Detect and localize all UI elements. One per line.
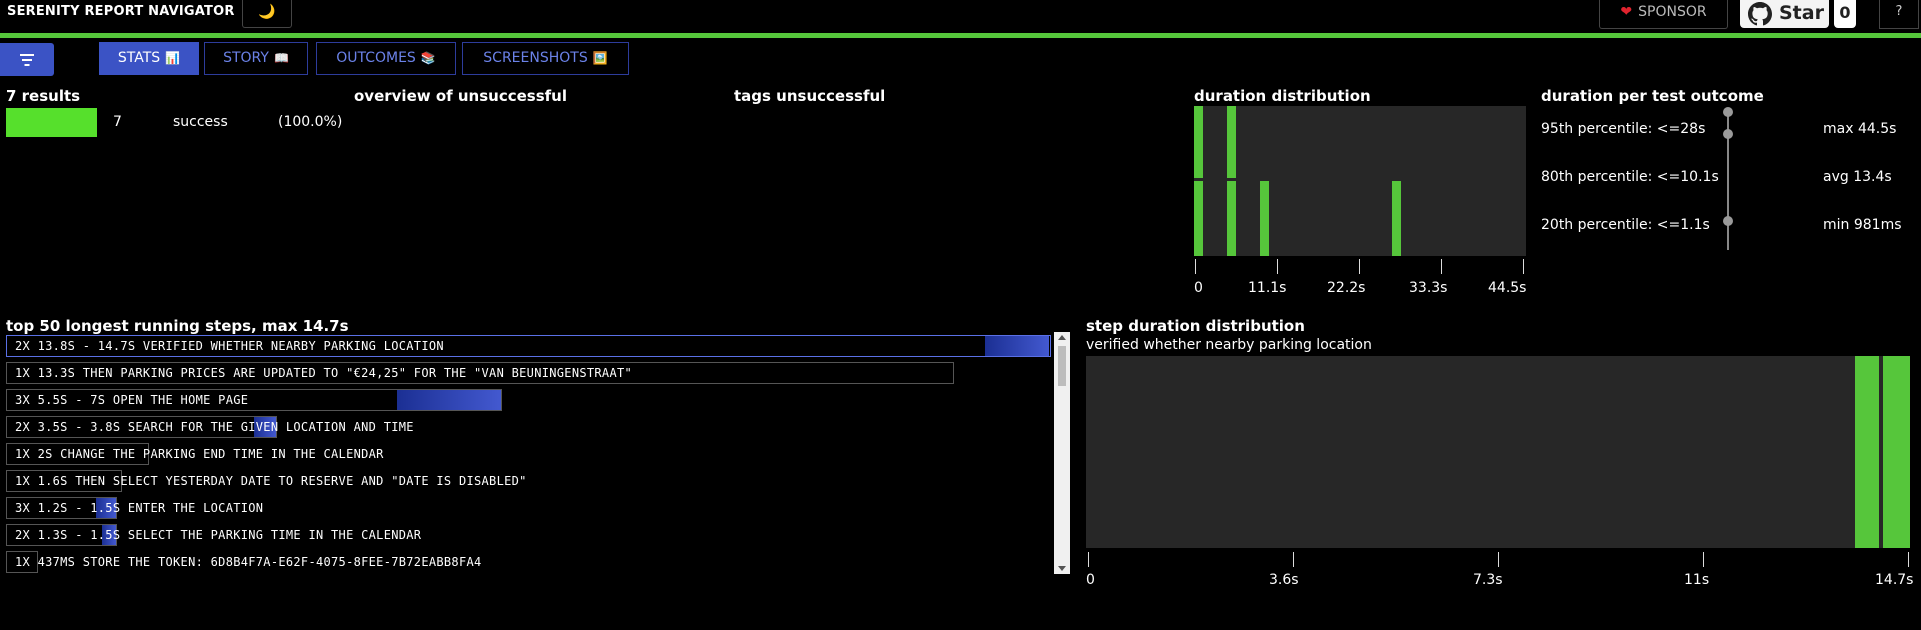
heart-icon: ❤ <box>1620 4 1633 20</box>
axis-tick-label: 3.6s <box>1269 572 1299 588</box>
step-row[interactable]: 3X 5.5S - 7S OPEN THE HOME PAGE <box>6 388 502 412</box>
axis-tick <box>1359 259 1360 274</box>
p80-label: 80th percentile: <=10.1s <box>1541 169 1719 185</box>
overview-unsuccessful-heading: overview of unsuccessful <box>354 87 568 105</box>
tab-label: STATS <box>117 50 161 66</box>
max-label: max 44.5s <box>1823 121 1897 137</box>
axis-tick <box>1293 552 1294 567</box>
histogram-bar[interactable] <box>1227 106 1236 178</box>
axis-tick <box>1523 259 1524 274</box>
histogram-bar[interactable] <box>1194 106 1203 178</box>
steps-list: 2X 13.8S - 14.7S VERIFIED WHETHER NEARBY… <box>6 334 1051 574</box>
step-row[interactable]: 3X 1.2S - 1.5S ENTER THE LOCATION <box>6 496 263 520</box>
tab-label: SCREENSHOTS <box>483 50 588 66</box>
tags-unsuccessful-heading: tags unsuccessful <box>734 87 886 105</box>
axis-tick-label: 7.3s <box>1473 572 1503 588</box>
step-label: 3X 5.5S - 7S OPEN THE HOME PAGE <box>15 393 249 407</box>
tab-screenshots[interactable]: SCREENSHOTS 🖼️ <box>462 42 629 75</box>
step-row[interactable]: 1X 437MS STORE THE TOKEN: 6D8B4F7A-E62F-… <box>6 550 482 574</box>
results-heading: 7 results <box>6 87 81 105</box>
step-row[interactable]: 1X 1.6S THEN SELECT YESTERDAY DATE TO RE… <box>6 469 527 493</box>
chart-icon: 📊 <box>165 51 181 65</box>
tab-outcomes[interactable]: OUTCOMES 📚 <box>316 42 456 75</box>
book-icon: 📖 <box>273 51 289 65</box>
axis-tick <box>1498 552 1499 567</box>
scroll-up-icon[interactable] <box>1058 335 1066 340</box>
tab-stats[interactable]: STATS 📊 <box>99 42 199 75</box>
success-bar[interactable] <box>6 108 97 137</box>
step-row[interactable]: 1X 2S CHANGE THE PARKING END TIME IN THE… <box>6 442 384 466</box>
p20-label: 20th percentile: <=1.1s <box>1541 217 1710 233</box>
filter-button[interactable] <box>0 43 54 76</box>
step-label: 3X 1.2S - 1.5S ENTER THE LOCATION <box>15 501 264 515</box>
step-row[interactable]: 2X 3.5S - 3.8S SEARCH FOR THE GIVEN LOCA… <box>6 415 414 439</box>
axis-tick-label: 11s <box>1684 572 1710 588</box>
tab-story[interactable]: STORY 📖 <box>204 42 308 75</box>
step-label: 2X 13.8S - 14.7S VERIFIED WHETHER NEARBY… <box>15 339 444 353</box>
histogram-bar[interactable] <box>1260 181 1269 256</box>
axis-tick-label: 14.7s <box>1875 572 1914 588</box>
boxplot <box>1723 107 1733 250</box>
picture-icon: 🖼️ <box>592 51 608 65</box>
github-star-button[interactable]: Star <box>1740 0 1829 28</box>
step-row[interactable]: 2X 13.8S - 14.7S VERIFIED WHETHER NEARBY… <box>6 334 1051 358</box>
step-label: 1X 437MS STORE THE TOKEN: 6D8B4F7A-E62F-… <box>15 555 482 569</box>
tab-label: OUTCOMES <box>336 50 416 66</box>
scroll-down-icon[interactable] <box>1058 566 1066 571</box>
app-title: SERENITY REPORT NAVIGATOR <box>7 4 235 19</box>
theme-toggle-button[interactable]: 🌙 <box>242 0 292 28</box>
steps-heading: top 50 longest running steps, max 14.7s <box>6 317 349 335</box>
axis-tick-label: 22.2s <box>1327 280 1366 296</box>
step-row[interactable]: 2X 1.3S - 1.5S SELECT THE PARKING TIME I… <box>6 523 421 547</box>
help-button[interactable]: ? <box>1879 0 1919 29</box>
axis-tick-label: 44.5s <box>1488 280 1527 296</box>
moon-icon: 🌙 <box>258 4 276 20</box>
duration-histogram <box>1194 106 1526 256</box>
step-row[interactable]: 1X 13.3S THEN PARKING PRICES ARE UPDATED… <box>6 361 954 385</box>
axis-tick <box>1908 552 1909 567</box>
histogram-bar[interactable] <box>1227 181 1236 256</box>
axis-tick <box>1703 552 1704 567</box>
histogram-bar[interactable] <box>1883 356 1910 548</box>
sponsor-label: SPONSOR <box>1638 4 1707 20</box>
axis-tick <box>1088 552 1089 567</box>
success-percent: (100.0%) <box>278 114 343 130</box>
axis-tick <box>1441 259 1442 274</box>
duration-distribution-heading: duration distribution <box>1194 87 1371 105</box>
min-label: min 981ms <box>1823 217 1902 233</box>
success-count: 7 <box>113 114 122 130</box>
axis-tick-label: 0 <box>1194 280 1203 296</box>
success-status: success <box>173 114 228 130</box>
histogram-bar[interactable] <box>1855 356 1879 548</box>
step-duration-histogram <box>1086 356 1910 548</box>
axis-tick <box>1277 259 1278 274</box>
histogram-bar[interactable] <box>1392 181 1401 256</box>
tab-label: STORY <box>223 50 269 66</box>
github-icon <box>1748 2 1772 26</box>
sponsor-button[interactable]: ❤ SPONSOR <box>1599 0 1728 29</box>
histogram-bar[interactable] <box>1194 181 1203 256</box>
step-label: 1X 1.6S THEN SELECT YESTERDAY DATE TO RE… <box>15 474 527 488</box>
star-count[interactable]: 0 <box>1834 0 1856 28</box>
scroll-thumb[interactable] <box>1058 346 1066 386</box>
steps-scrollbar[interactable] <box>1054 332 1070 574</box>
avg-label: avg 13.4s <box>1823 169 1892 185</box>
books-icon: 📚 <box>420 51 436 65</box>
star-label: Star <box>1779 2 1824 24</box>
step-label: 2X 3.5S - 3.8S SEARCH FOR THE GIVEN LOCA… <box>15 420 414 434</box>
axis-tick-label: 11.1s <box>1248 280 1287 296</box>
axis-tick-label: 0 <box>1086 572 1095 588</box>
step-duration-subtitle: verified whether nearby parking location <box>1086 337 1372 353</box>
header-divider <box>0 33 1921 38</box>
axis-tick-label: 33.3s <box>1409 280 1448 296</box>
step-label: 1X 13.3S THEN PARKING PRICES ARE UPDATED… <box>15 366 633 380</box>
step-duration-heading: step duration distribution <box>1086 317 1305 335</box>
axis-tick <box>1195 259 1196 274</box>
step-label: 1X 2S CHANGE THE PARKING END TIME IN THE… <box>15 447 384 461</box>
p95-label: 95th percentile: <=28s <box>1541 121 1706 137</box>
step-label: 2X 1.3S - 1.5S SELECT THE PARKING TIME I… <box>15 528 422 542</box>
